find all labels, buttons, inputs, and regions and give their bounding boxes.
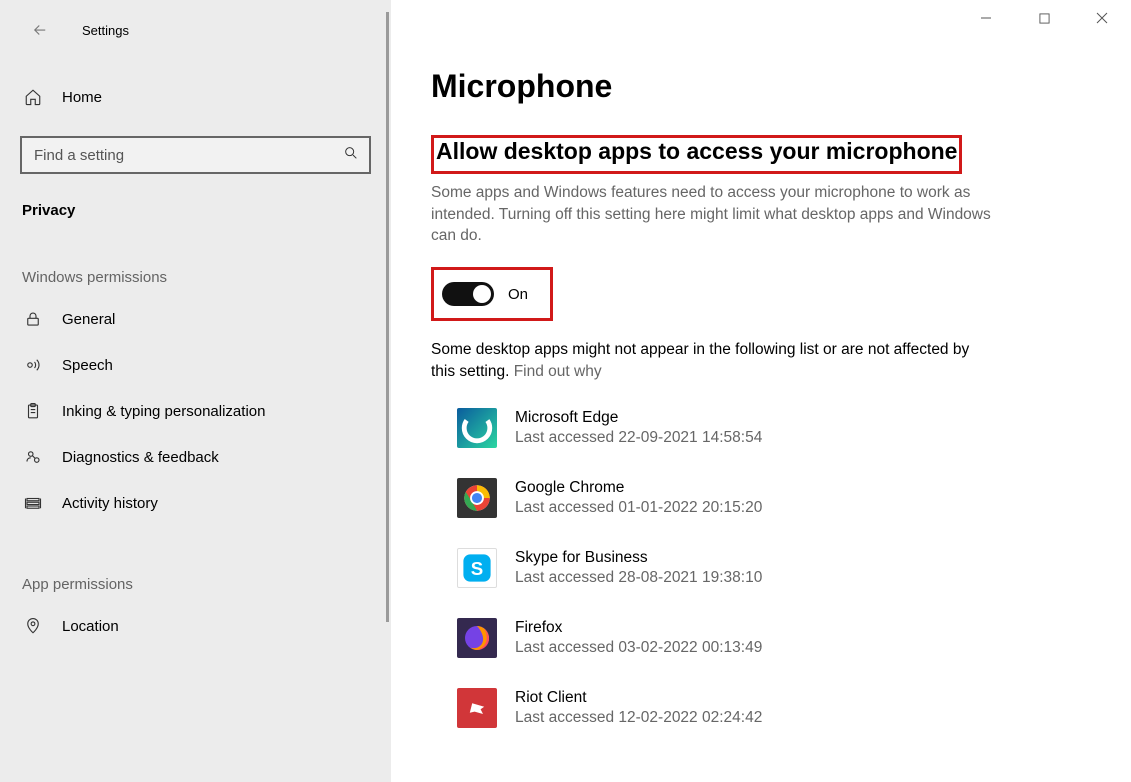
toggle-state-label: On: [508, 286, 528, 303]
app-last-accessed: Last accessed 01-01-2022 20:15:20: [515, 499, 762, 517]
sidebar-item-label: General: [62, 311, 115, 328]
sidebar-item-label: Location: [62, 618, 119, 635]
minimize-icon: [980, 12, 992, 24]
app-last-accessed: Last accessed 12-02-2022 02:24:42: [515, 709, 762, 727]
sidebar: Settings Home Privacy Windows permission…: [0, 0, 391, 782]
speech-icon: [22, 356, 44, 374]
apps-note-text: Some desktop apps might not appear in th…: [431, 341, 969, 380]
app-row-edge: Microsoft Edge Last accessed 22-09-2021 …: [457, 408, 1081, 448]
desktop-apps-list: Microsoft Edge Last accessed 22-09-2021 …: [431, 408, 1081, 728]
section-description: Some apps and Windows features need to a…: [431, 182, 991, 247]
app-row-firefox: Firefox Last accessed 03-02-2022 00:13:4…: [457, 618, 1081, 658]
current-section-label: Privacy: [22, 202, 371, 219]
close-button[interactable]: [1073, 0, 1131, 36]
sidebar-item-label: Activity history: [62, 495, 158, 512]
app-row-skype: S Skype for Business Last accessed 28-08…: [457, 548, 1081, 588]
search-icon: [343, 145, 359, 166]
app-name: Microsoft Edge: [515, 409, 762, 427]
sidebar-item-inking[interactable]: Inking & typing personalization: [0, 388, 391, 434]
app-last-accessed: Last accessed 03-02-2022 00:13:49: [515, 639, 762, 657]
firefox-icon: [457, 618, 497, 658]
maximize-icon: [1039, 13, 1050, 24]
app-last-accessed: Last accessed 28-08-2021 19:38:10: [515, 569, 762, 587]
titlebar-left: Settings: [0, 10, 391, 50]
desktop-mic-toggle[interactable]: [442, 282, 494, 306]
app-last-accessed: Last accessed 22-09-2021 14:58:54: [515, 429, 762, 447]
app-name: Firefox: [515, 619, 762, 637]
sidebar-item-label: Inking & typing personalization: [62, 403, 265, 420]
lock-icon: [22, 310, 44, 328]
chrome-icon: [457, 478, 497, 518]
window-controls: [957, 0, 1131, 36]
sidebar-item-activity-history[interactable]: Activity history: [0, 480, 391, 526]
search-box[interactable]: [20, 136, 371, 174]
app-row-riot: Riot Client Last accessed 12-02-2022 02:…: [457, 688, 1081, 728]
page-title: Microphone: [431, 68, 1081, 105]
riot-icon: [457, 688, 497, 728]
clipboard-icon: [22, 402, 44, 420]
desktop-mic-toggle-highlight: On: [431, 267, 553, 321]
diagnostics-icon: [22, 448, 44, 466]
home-icon: [22, 88, 44, 106]
minimize-button[interactable]: [957, 0, 1015, 36]
app-name: Skype for Business: [515, 549, 762, 567]
main-content: Microphone Allow desktop apps to access …: [391, 0, 1131, 782]
sidebar-item-general[interactable]: General: [0, 296, 391, 342]
app-row-chrome: Google Chrome Last accessed 01-01-2022 2…: [457, 478, 1081, 518]
section-header-windows-permissions: Windows permissions: [22, 269, 371, 286]
find-out-why-link[interactable]: Find out why: [514, 363, 602, 380]
window-title: Settings: [82, 23, 129, 38]
app-name: Google Chrome: [515, 479, 762, 497]
nav-home[interactable]: Home: [0, 78, 391, 116]
skype-icon: S: [457, 548, 497, 588]
section-heading: Allow desktop apps to access your microp…: [436, 138, 957, 165]
search-input[interactable]: [34, 147, 343, 164]
sidebar-item-diagnostics[interactable]: Diagnostics & feedback: [0, 434, 391, 480]
close-icon: [1096, 12, 1108, 24]
maximize-button[interactable]: [1015, 0, 1073, 36]
sidebar-item-speech[interactable]: Speech: [0, 342, 391, 388]
history-icon: [22, 494, 44, 512]
section-heading-highlight: Allow desktop apps to access your microp…: [431, 135, 962, 174]
apps-note: Some desktop apps might not appear in th…: [431, 339, 971, 382]
back-button[interactable]: [20, 10, 60, 50]
app-name: Riot Client: [515, 689, 762, 707]
back-arrow-icon: [31, 21, 49, 39]
sidebar-item-location[interactable]: Location: [0, 603, 391, 649]
toggle-knob: [473, 285, 491, 303]
nav-home-label: Home: [62, 89, 102, 106]
sidebar-item-label: Speech: [62, 357, 113, 374]
svg-text:S: S: [471, 558, 483, 579]
section-header-app-permissions: App permissions: [22, 576, 371, 593]
sidebar-item-label: Diagnostics & feedback: [62, 449, 219, 466]
scrollbar[interactable]: [386, 12, 389, 622]
edge-icon: [457, 408, 497, 448]
location-icon: [22, 617, 44, 635]
